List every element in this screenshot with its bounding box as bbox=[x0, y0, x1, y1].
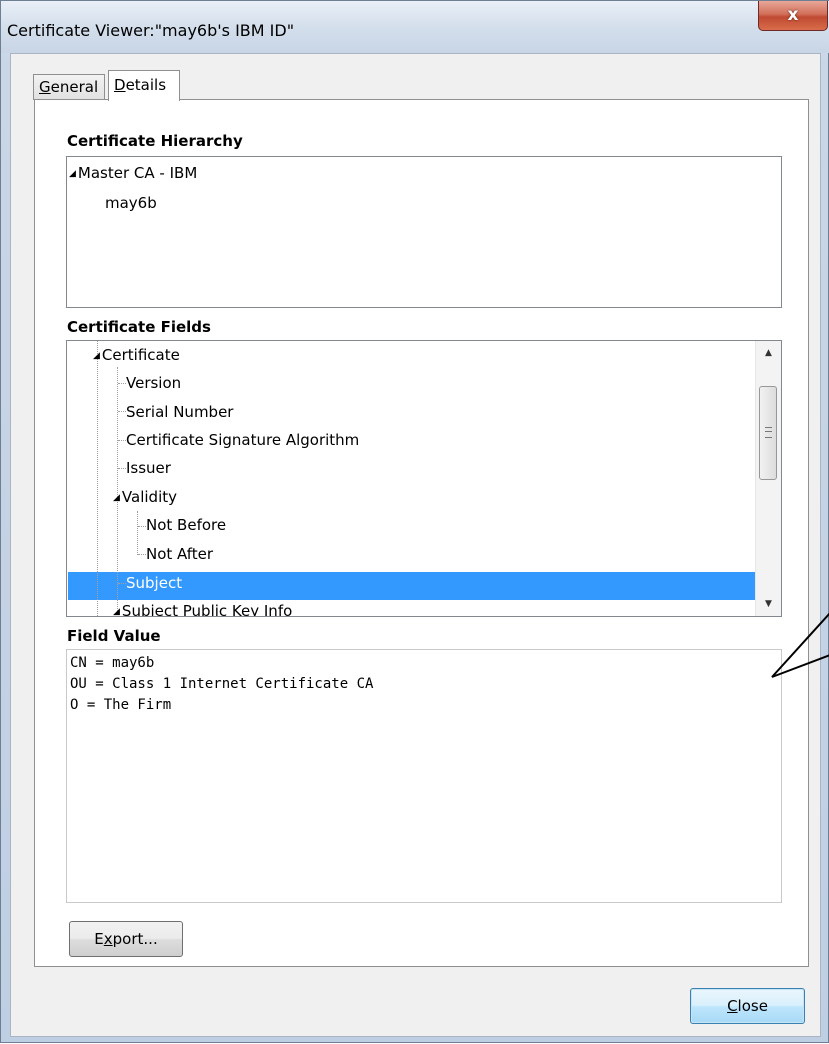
triangle-down-icon: ◢ bbox=[113, 606, 120, 617]
window-close-button[interactable]: x bbox=[758, 1, 828, 31]
scroll-down-icon[interactable]: ▼ bbox=[756, 592, 781, 616]
export-button[interactable]: Export... bbox=[69, 921, 183, 957]
field-value-line: O = The Firm bbox=[70, 697, 172, 713]
scroll-up-icon[interactable]: ▲ bbox=[756, 341, 781, 365]
tab-details[interactable]: Details bbox=[108, 70, 180, 101]
field-item-not-after[interactable]: Not After bbox=[146, 540, 213, 568]
dialog-client-area: General Details Certificate Hierarchy ◢ M… bbox=[10, 53, 821, 1037]
hierarchy-item-root-label: Master CA - IBM bbox=[77, 164, 198, 182]
tab-general[interactable]: General bbox=[33, 74, 105, 100]
field-item-label: Subject bbox=[126, 574, 183, 592]
field-item-serial-number[interactable]: Serial Number bbox=[126, 398, 233, 426]
field-item-label: Issuer bbox=[126, 459, 171, 477]
field-item-label: Not Before bbox=[146, 516, 227, 534]
field-item-label: Not After bbox=[146, 545, 214, 563]
tab-details-accel: D bbox=[114, 76, 126, 94]
field-item-label: Validity bbox=[121, 488, 177, 506]
field-item-validity[interactable]: ◢ Validity bbox=[113, 483, 177, 511]
field-item-label: Serial Number bbox=[126, 403, 234, 421]
field-item-subject[interactable]: Subject bbox=[126, 569, 182, 597]
tab-general-label: eneral bbox=[50, 78, 99, 96]
scroll-grip-icon bbox=[765, 427, 772, 438]
field-item-certificate[interactable]: ◢ Certificate bbox=[93, 341, 180, 369]
tree-line bbox=[118, 468, 126, 469]
tree-line bbox=[118, 440, 126, 441]
triangle-down-icon: ◢ bbox=[113, 492, 120, 503]
field-value-line: CN = may6b bbox=[70, 655, 155, 671]
tree-line bbox=[118, 411, 126, 412]
export-accel: x bbox=[103, 930, 113, 948]
hierarchy-item-child[interactable]: may6b bbox=[105, 189, 157, 217]
certificate-hierarchy-tree[interactable]: ◢ Master CA - IBM may6b bbox=[66, 156, 782, 308]
export-label-rest: port... bbox=[112, 930, 158, 948]
triangle-down-icon: ◢ bbox=[69, 168, 76, 179]
tree-line bbox=[118, 583, 126, 584]
hierarchy-item-root[interactable]: ◢ Master CA - IBM bbox=[69, 159, 197, 187]
hierarchy-item-child-label: may6b bbox=[105, 194, 157, 212]
field-item-issuer[interactable]: Issuer bbox=[126, 454, 171, 482]
field-item-not-before[interactable]: Not Before bbox=[146, 511, 226, 539]
title-bar[interactable]: Certificate Viewer:"may6b's IBM ID" x bbox=[1, 1, 829, 53]
tab-details-label: etails bbox=[125, 76, 167, 94]
triangle-down-icon: ◢ bbox=[93, 350, 100, 361]
field-item-label: Certificate bbox=[101, 346, 180, 364]
tree-line bbox=[138, 554, 146, 555]
scroll-thumb[interactable] bbox=[759, 386, 777, 480]
certificate-fields-tree[interactable]: ◢ Certificate Version Serial Number Certi… bbox=[66, 340, 782, 617]
field-item-version[interactable]: Version bbox=[126, 369, 181, 397]
export-label-start: E bbox=[94, 930, 104, 948]
close-accel: C bbox=[727, 997, 738, 1015]
field-item-signature-algorithm[interactable]: Certificate Signature Algorithm bbox=[126, 426, 359, 454]
tree-line bbox=[137, 511, 138, 555]
close-label: lose bbox=[737, 997, 768, 1015]
field-item-label: Subject Public Key Info bbox=[121, 602, 293, 617]
field-value-line: OU = Class 1 Internet Certificate CA bbox=[70, 676, 374, 692]
field-value-textarea[interactable]: CN = may6b OU = Class 1 Internet Certifi… bbox=[66, 649, 782, 903]
field-item-label: Certificate Signature Algorithm bbox=[126, 431, 360, 449]
certificate-viewer-window: Certificate Viewer:"may6b's IBM ID" x Ge… bbox=[0, 0, 829, 1043]
details-panel: Certificate Hierarchy ◢ Master CA - IBM m… bbox=[34, 99, 809, 967]
certificate-fields-label: Certificate Fields bbox=[67, 318, 211, 336]
close-icon: x bbox=[787, 5, 799, 25]
certificate-hierarchy-label: Certificate Hierarchy bbox=[67, 132, 243, 150]
close-button[interactable]: Close bbox=[690, 988, 805, 1024]
field-value-label: Field Value bbox=[67, 627, 161, 645]
field-item-subject-public-key-info[interactable]: ◢ Subject Public Key Info bbox=[113, 597, 293, 617]
tree-line bbox=[138, 526, 146, 527]
tab-general-accel: G bbox=[39, 78, 51, 96]
tree-line bbox=[97, 341, 98, 616]
tree-line bbox=[118, 383, 126, 384]
window-title: Certificate Viewer:"may6b's IBM ID" bbox=[7, 21, 295, 40]
field-item-label: Version bbox=[126, 374, 182, 392]
fields-scrollbar[interactable]: ▲ ▼ bbox=[755, 341, 781, 616]
